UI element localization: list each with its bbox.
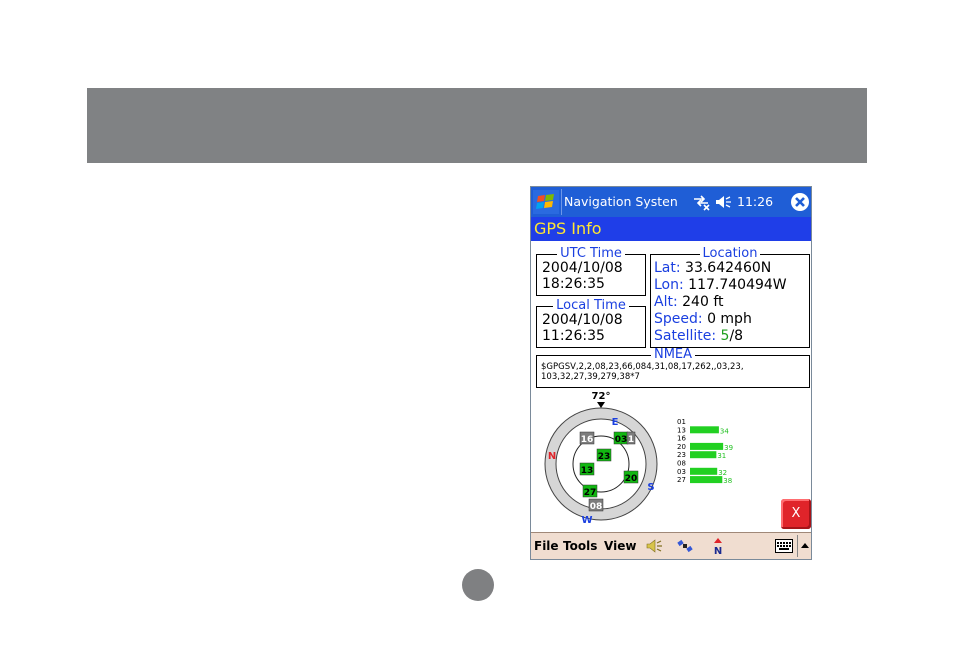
windows-start-icon[interactable] bbox=[533, 190, 559, 214]
titlebar-divider bbox=[561, 189, 562, 215]
compass-north-icon[interactable]: N bbox=[709, 537, 727, 555]
compass-north: N bbox=[548, 451, 556, 462]
satellite-marker: 13 bbox=[579, 462, 595, 476]
nmea-panel: NMEA $GPGSV,2,2,08,23,66,084,31,08,17,26… bbox=[536, 347, 810, 388]
satellite-skyplot: 72° E N S W 16 03 12313202708 0113 341620 39… bbox=[544, 391, 733, 526]
exit-button[interactable]: X bbox=[781, 499, 811, 529]
signal-bar bbox=[690, 442, 724, 450]
latitude-value: 33.642460N bbox=[685, 260, 772, 276]
signal-bar bbox=[690, 451, 717, 459]
location-panel: Location Lat: 33.642460N Lon: 117.740494… bbox=[650, 246, 810, 348]
utc-time-legend: UTC Time bbox=[560, 246, 622, 261]
speed-label: Speed: bbox=[654, 311, 703, 327]
heading-label: 72° bbox=[592, 391, 611, 402]
signal-value: 34 bbox=[720, 427, 729, 435]
local-time-legend: Local Time bbox=[556, 298, 626, 313]
signal-satellite-id: 20 bbox=[677, 443, 686, 451]
nmea-sentence: $GPGSV,2,2,08,23,66,084,31,08,17,262,,03… bbox=[541, 362, 744, 382]
signal-strength-chart: 0113 34 1620 39 23 31 0803 32 27 38 bbox=[677, 418, 733, 485]
signal-bar bbox=[690, 426, 719, 434]
menu-bar: File Tools View N bbox=[531, 532, 812, 559]
satellite-marker: 23 bbox=[596, 448, 612, 462]
longitude-label: Lon: bbox=[654, 277, 684, 293]
altitude-value: 240 ft bbox=[682, 294, 724, 310]
satellite-total: /8 bbox=[729, 328, 744, 344]
clock[interactable]: 11:26 bbox=[737, 194, 773, 209]
page-title: GPS Info bbox=[531, 217, 811, 241]
location-legend: Location bbox=[702, 246, 758, 261]
keyboard-icon[interactable] bbox=[775, 539, 793, 553]
signal-bar bbox=[690, 467, 718, 475]
satellite-id: 16 bbox=[581, 435, 594, 445]
app-title: Navigation Systen bbox=[564, 194, 678, 209]
signal-value: 38 bbox=[723, 477, 732, 485]
satellite-id: 27 bbox=[584, 488, 597, 498]
signal-value: 32 bbox=[718, 469, 727, 477]
latitude-label: Lat: bbox=[654, 260, 681, 276]
signal-satellite-id: 23 bbox=[677, 451, 686, 459]
satellite-marker: 20 bbox=[623, 470, 639, 484]
connectivity-icon[interactable] bbox=[692, 193, 710, 211]
satellite-id: 20 bbox=[625, 474, 638, 484]
close-circle-icon[interactable] bbox=[790, 192, 810, 212]
satellite-label: Satellite: bbox=[654, 328, 717, 344]
menu-view[interactable]: View bbox=[604, 539, 636, 553]
speaker-icon[interactable] bbox=[714, 193, 732, 211]
longitude-value: 117.740494W bbox=[688, 277, 787, 293]
signal-satellite-id: 13 bbox=[677, 426, 686, 434]
speed-row: Speed: 0 mph bbox=[651, 311, 809, 328]
satellite-row: Satellite: 5/8 bbox=[651, 328, 809, 345]
signal-value: 39 bbox=[724, 444, 733, 452]
signal-value: 31 bbox=[717, 452, 726, 460]
speed-value: 0 mph bbox=[707, 311, 752, 327]
altitude-label: Alt: bbox=[654, 294, 678, 310]
local-time: 11:26:35 bbox=[542, 328, 605, 344]
satellite-id: 23 bbox=[598, 452, 611, 462]
longitude-row: Lon: 117.740494W bbox=[651, 277, 809, 294]
utc-time: 18:26:35 bbox=[542, 276, 605, 292]
signal-satellite-id: 03 bbox=[677, 468, 686, 476]
utc-time-panel: UTC Time 2004/10/08 18:26:35 bbox=[536, 246, 646, 296]
signal-satellite-id: 27 bbox=[677, 476, 686, 484]
satellite-id: 1 bbox=[628, 435, 634, 445]
signal-satellite-id: 01 bbox=[677, 418, 686, 426]
satellite-icon[interactable] bbox=[676, 537, 694, 555]
svg-text:N: N bbox=[714, 546, 722, 555]
compass-east: E bbox=[612, 417, 619, 428]
satellite-marker: 08 bbox=[588, 498, 604, 512]
header-band bbox=[87, 88, 867, 163]
satellite-id: 03 bbox=[615, 435, 628, 445]
altitude-row: Alt: 240 ft bbox=[651, 294, 809, 311]
heading-pointer-icon bbox=[597, 402, 605, 408]
latitude-row: Lat: 33.642460N bbox=[651, 260, 809, 277]
sound-icon[interactable] bbox=[645, 537, 663, 555]
signal-bar bbox=[690, 476, 723, 484]
local-time-panel: Local Time 2004/10/08 11:26:35 bbox=[536, 298, 646, 348]
satellite-marker: 27 bbox=[582, 484, 598, 498]
utc-date: 2004/10/08 bbox=[542, 260, 623, 276]
nmea-legend: NMEA bbox=[653, 347, 693, 362]
signal-satellite-id: 16 bbox=[677, 435, 686, 443]
signal-satellite-id: 08 bbox=[677, 460, 686, 468]
satellite-id: 08 bbox=[590, 502, 603, 512]
satellite-marker: 1 bbox=[626, 431, 636, 445]
satellite-id: 13 bbox=[581, 466, 594, 476]
pda-screen: Navigation Systen 11:26 GPS Info UTC Tim… bbox=[530, 186, 812, 560]
compass-west: W bbox=[581, 515, 592, 526]
menu-file[interactable]: File bbox=[534, 539, 559, 553]
satellite-marker: 03 bbox=[613, 431, 629, 445]
compass-south: S bbox=[647, 482, 654, 493]
page-marker bbox=[462, 569, 494, 601]
title-bar: Navigation Systen 11:26 bbox=[531, 187, 811, 217]
satellite-marker: 16 bbox=[579, 431, 595, 445]
input-panel-arrow-icon[interactable] bbox=[797, 535, 812, 557]
menu-tools[interactable]: Tools bbox=[563, 539, 597, 553]
local-date: 2004/10/08 bbox=[542, 312, 623, 328]
